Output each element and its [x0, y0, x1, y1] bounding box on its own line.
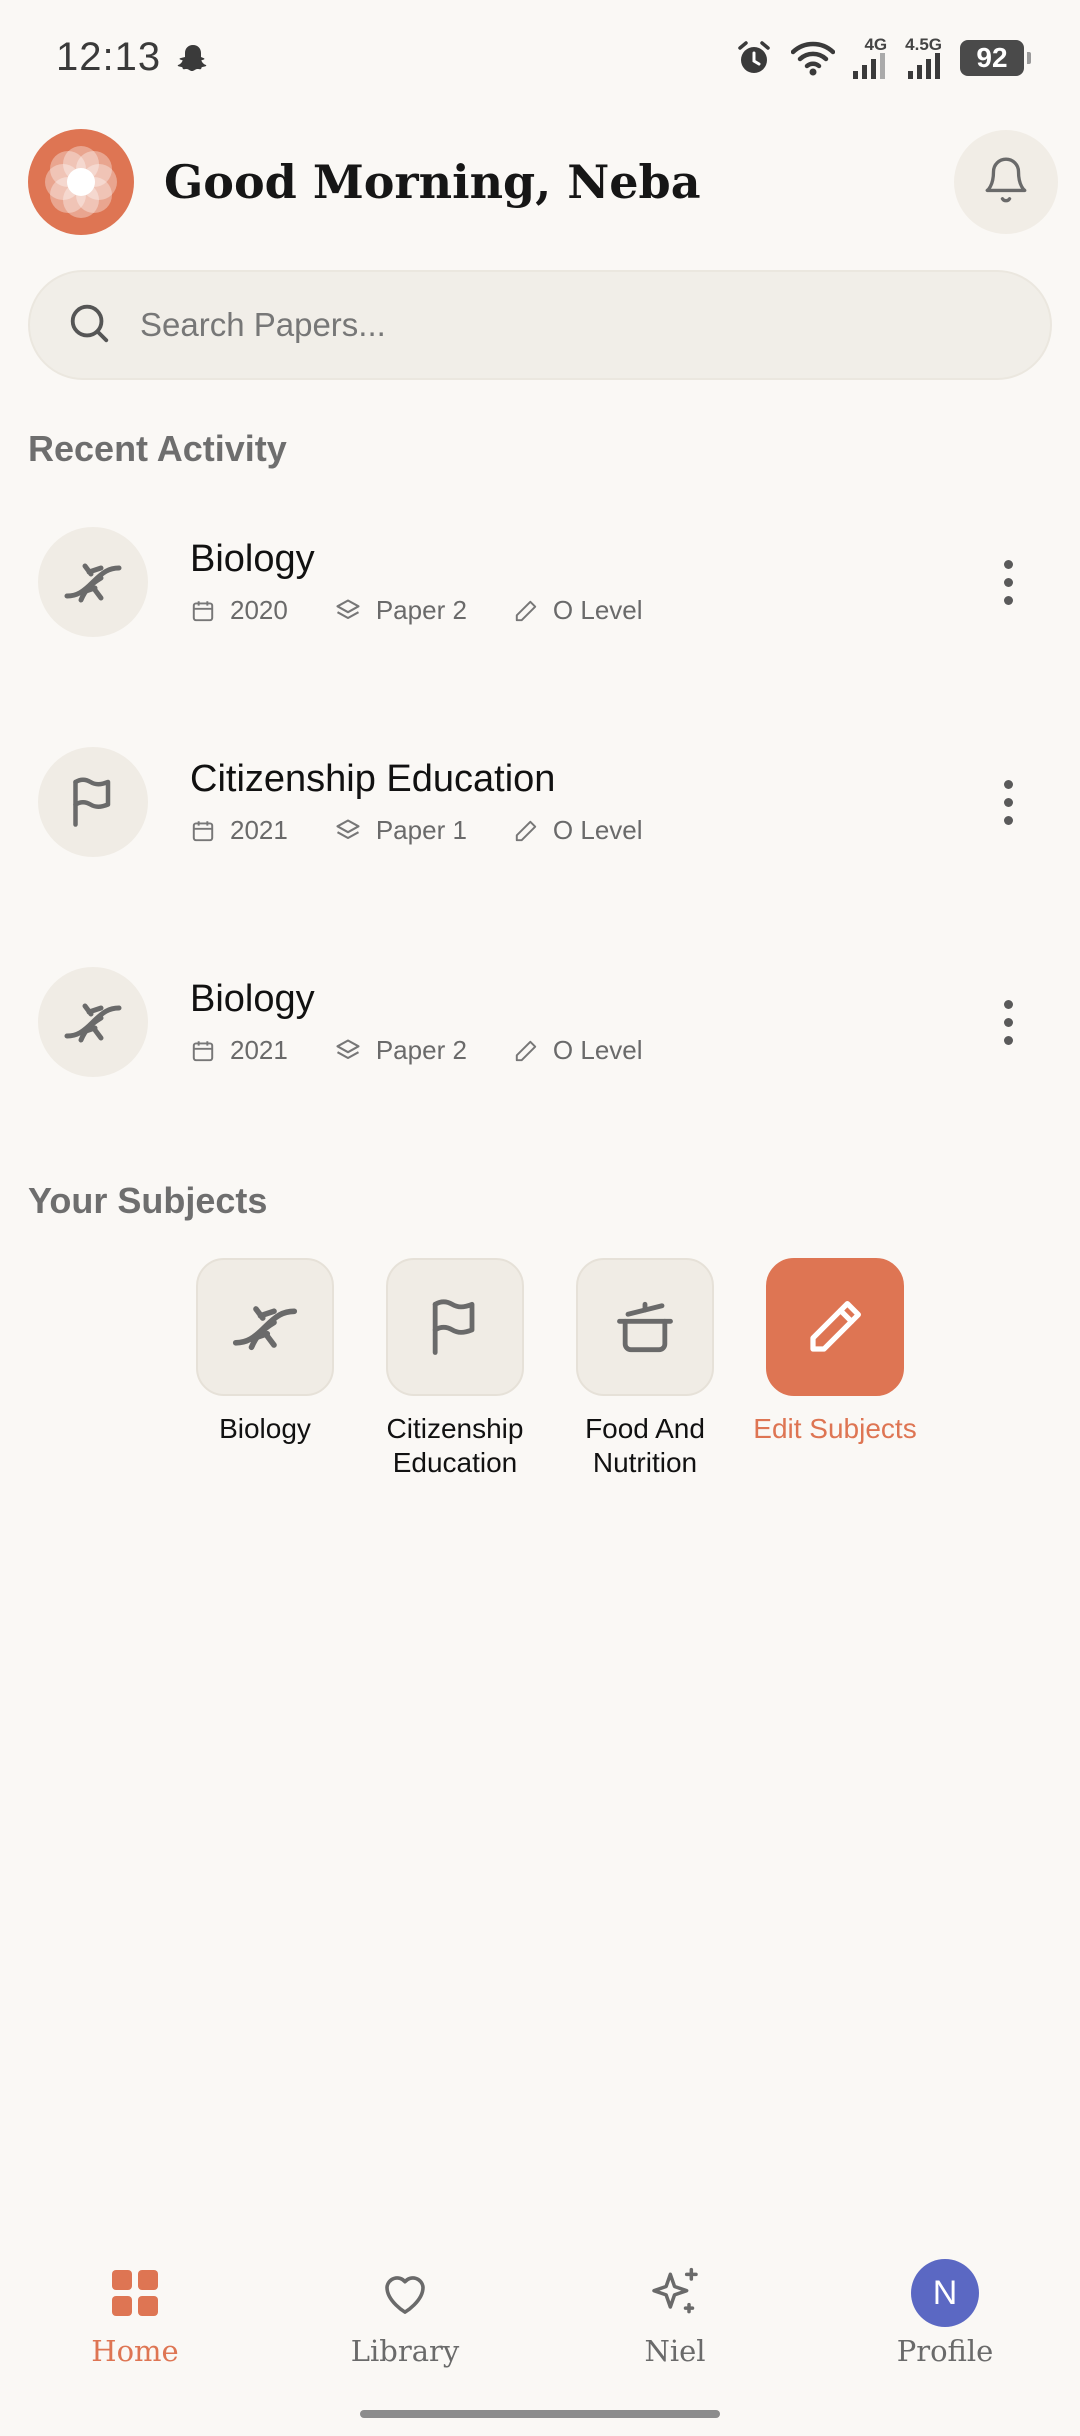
recent-activity-title: Recent Activity	[28, 428, 287, 469]
nav-niel[interactable]: Niel	[565, 2258, 785, 2378]
cooking-pot-icon	[576, 1258, 714, 1396]
signal-4g: 4G	[853, 36, 887, 79]
snapchat-icon	[177, 42, 209, 74]
bell-icon	[981, 155, 1031, 210]
pencil-icon	[515, 600, 537, 621]
activity-paper: Paper 2	[334, 1035, 467, 1066]
avatar: N	[911, 2259, 979, 2327]
pencil-icon	[515, 820, 537, 841]
search-placeholder: Search Papers...	[140, 306, 386, 343]
dna-icon	[38, 967, 148, 1077]
more-options-button[interactable]	[978, 542, 1038, 622]
app-logo	[28, 129, 134, 235]
dna-icon	[38, 527, 148, 637]
pencil-icon	[766, 1258, 904, 1396]
battery-indicator: 92	[960, 39, 1031, 76]
nav-label: Library	[350, 2334, 460, 2368]
flag-icon	[38, 747, 148, 857]
subject-label: Edit Subjects	[753, 1413, 917, 1444]
activity-item[interactable]: Biology 2021 Paper 2 O Level	[28, 952, 1052, 1092]
nav-label: Home	[91, 2334, 179, 2368]
heart-icon	[378, 2258, 432, 2328]
activity-subject: Biology	[190, 978, 315, 1020]
status-bar: 12:13 4G 4.5G 92	[0, 0, 1080, 115]
activity-level: O Level	[513, 1035, 643, 1066]
nav-profile[interactable]: N Profile	[835, 2258, 1055, 2378]
subjects-grid: Biology Citizenship Education Food And N…	[170, 1258, 930, 1480]
your-subjects-title: Your Subjects	[28, 1180, 268, 1221]
flag-icon	[386, 1258, 524, 1396]
activity-subject: Citizenship Education	[190, 758, 556, 800]
activity-year: 2021	[190, 815, 288, 846]
edit-subjects-button[interactable]: Edit Subjects	[740, 1258, 930, 1480]
activity-year: 2021	[190, 1035, 288, 1066]
activity-subject: Biology	[190, 538, 315, 580]
activity-paper: Paper 2	[334, 595, 467, 626]
sparkles-icon	[647, 2258, 703, 2328]
nav-label: Niel	[644, 2334, 706, 2368]
calendar-icon	[192, 600, 214, 621]
search-icon	[66, 300, 112, 351]
calendar-icon	[192, 820, 214, 841]
signal-45g: 4.5G	[905, 36, 942, 79]
layers-icon	[336, 598, 360, 619]
status-time: 12:13	[56, 35, 162, 79]
pencil-icon	[515, 1040, 537, 1061]
app-screen: 12:13 4G 4.5G 92 Good Morning, Neba Sear…	[0, 0, 1080, 2436]
subject-food-and-nutrition[interactable]: Food And Nutrition	[550, 1258, 740, 1480]
dna-icon	[196, 1258, 334, 1396]
calendar-icon	[192, 1040, 214, 1061]
subject-label: Citizenship Education	[386, 1413, 524, 1478]
home-indicator[interactable]	[360, 2410, 720, 2418]
nav-label: Profile	[896, 2334, 994, 2368]
wifi-icon	[791, 40, 836, 76]
nav-home[interactable]: Home	[25, 2258, 245, 2378]
more-options-button[interactable]	[978, 762, 1038, 842]
activity-level: O Level	[513, 595, 643, 626]
search-input[interactable]: Search Papers...	[28, 270, 1052, 380]
subject-label: Food And Nutrition	[585, 1413, 705, 1478]
activity-paper: Paper 1	[334, 815, 467, 846]
activity-level: O Level	[513, 815, 643, 846]
subject-biology[interactable]: Biology	[170, 1258, 360, 1480]
subject-citizenship-education[interactable]: Citizenship Education	[360, 1258, 550, 1480]
grid-icon	[110, 2258, 160, 2328]
layers-icon	[336, 818, 360, 839]
greeting-title: Good Morning, Neba	[164, 155, 701, 209]
alarm-icon	[735, 39, 773, 77]
notifications-button[interactable]	[954, 130, 1058, 234]
activity-item[interactable]: Citizenship Education 2021 Paper 1 O Lev…	[28, 732, 1052, 872]
layers-icon	[336, 1038, 360, 1059]
signal-bars-icon	[908, 53, 940, 79]
activity-year: 2020	[190, 595, 288, 626]
more-options-button[interactable]	[978, 982, 1038, 1062]
activity-item[interactable]: Biology 2020 Paper 2 O Level	[28, 512, 1052, 652]
signal-bars-icon	[853, 53, 886, 79]
bottom-nav: Home Library Niel N Profile	[0, 2258, 1080, 2378]
header: Good Morning, Neba	[28, 128, 1058, 236]
nav-library[interactable]: Library	[295, 2258, 515, 2378]
subject-label: Biology	[219, 1413, 311, 1444]
